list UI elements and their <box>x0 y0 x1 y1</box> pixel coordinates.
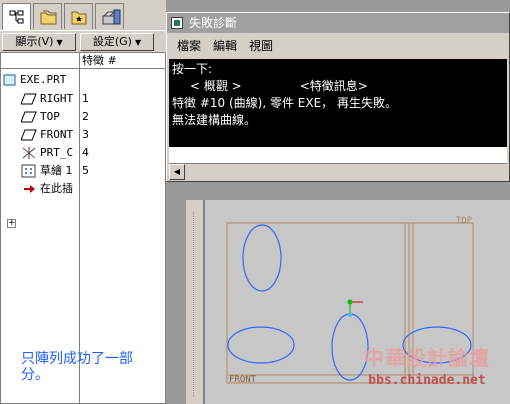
message-failure: 特徵 #10 (曲線), 零件 EXE， 再生失敗。 <box>172 96 397 110</box>
feature-info-link[interactable]: <特徵訊息> <box>300 79 368 93</box>
dialog-horizontal-scrollbar[interactable]: ◀ <box>169 163 507 180</box>
chevron-down-icon: ▼ <box>56 38 63 47</box>
insert-here-icon <box>24 185 35 193</box>
menu-view[interactable]: 視圖 <box>249 35 273 57</box>
tab-favorites[interactable] <box>64 3 93 29</box>
menu-edit[interactable]: 編輯 <box>213 35 237 57</box>
message-area-padding <box>169 147 507 163</box>
tree-item-right[interactable]: RIGHT <box>20 90 74 108</box>
menu-file[interactable]: 檔案 <box>177 35 201 57</box>
datum-plane-icon <box>20 93 37 105</box>
csys-point <box>348 313 352 317</box>
tree-item-label: TOP <box>40 110 60 123</box>
connections-icon <box>102 9 121 25</box>
tree-item-label: RIGHT <box>40 92 74 105</box>
feature-number: 5 <box>82 164 89 177</box>
tab-folder-browser[interactable] <box>33 3 62 29</box>
tree-item-label: 草繪 1 <box>40 164 73 177</box>
model-tree-icon <box>9 10 24 24</box>
dialog-titlebar[interactable]: 失敗診斷 <box>167 13 509 33</box>
tree-item-label: 在此插 <box>40 182 73 195</box>
annotation-note: 只陣列成功了一部分。 <box>21 351 133 383</box>
csys-origin <box>347 299 353 305</box>
tree-item-csys[interactable]: PRT_C <box>21 144 73 162</box>
scroll-left-icon[interactable]: ◀ <box>169 164 185 180</box>
top-datum-label: TOP <box>456 216 473 226</box>
scrollbar-track <box>193 212 197 397</box>
sketch-icon <box>21 164 36 178</box>
feature-number: 4 <box>82 146 89 159</box>
tree-item-part[interactable]: EXE.PRT <box>3 71 66 89</box>
folder-browser-icon <box>40 10 57 25</box>
graphics-vertical-scrollbar[interactable] <box>186 200 204 404</box>
feature-number: 1 <box>82 92 89 105</box>
message-reason: 無法建構曲線。 <box>172 113 257 127</box>
favorites-icon <box>71 11 87 25</box>
dialog-menubar: 檔案 編輯 視圖 <box>167 35 509 57</box>
model-tree: 特徵 # EXE.PRT RIGHT 1 TOP 2 FRONT 3 PRT_C… <box>0 52 166 404</box>
tree-item-label: FRONT <box>40 128 74 141</box>
datum-plane-icon <box>20 129 37 141</box>
watermark: 中華設計論壇 bbs.chinade.net <box>352 346 502 392</box>
coordinate-system-icon <box>22 147 36 159</box>
feature-number-column-header: 特徵 # <box>80 53 165 69</box>
overview-link[interactable]: < 概觀 > <box>190 79 242 93</box>
settings-menu-label: 設定(G) <box>92 35 132 48</box>
feature-number: 2 <box>82 110 89 123</box>
failure-diagnostics-dialog: 失敗診斷 檔案 編輯 視圖 按一下: < 概觀 > <特徵訊息> 特徵 #10 (… <box>166 12 510 182</box>
dialog-title: 失敗診斷 <box>189 16 238 30</box>
tab-model-tree[interactable] <box>2 3 31 30</box>
diagnostic-message-area[interactable]: 按一下: < 概觀 > <特徵訊息> 特徵 #10 (曲線), 零件 EXE， 再… <box>169 59 507 147</box>
settings-menu-button[interactable]: 設定(G) ▼ <box>80 33 154 51</box>
feature-number: 3 <box>82 128 89 141</box>
tree-toolbar: 顯示(V) ▼ 設定(G) ▼ <box>0 30 166 52</box>
datum-plane-icon <box>20 111 37 123</box>
show-menu-label: 顯示(V) <box>15 35 54 48</box>
watermark-url: bbs.chinade.net <box>368 373 486 388</box>
show-menu-button[interactable]: 顯示(V) ▼ <box>2 33 76 51</box>
sketch-ellipse[interactable] <box>227 326 295 364</box>
front-datum-label: FRONT <box>229 375 257 385</box>
tab-connections[interactable] <box>95 3 124 29</box>
watermark-chinese: 中華設計論壇 <box>364 346 490 370</box>
expand-toggle[interactable]: + <box>7 219 16 228</box>
part-icon <box>3 74 16 86</box>
tree-name-column-header <box>1 53 79 69</box>
window-icon <box>171 17 183 29</box>
message-prompt: 按一下: <box>172 62 213 76</box>
tree-item-front[interactable]: FRONT <box>20 126 74 144</box>
model-tree-panel: 顯示(V)▼ 設定(G)▼ 特徵 # EXE.PRT RIGHT 1 TOP <box>0 0 166 404</box>
tree-item-sketch[interactable]: 草繪 1 <box>21 162 73 180</box>
tree-item-insert-here[interactable]: 在此插 <box>23 180 73 198</box>
tree-item-label: PRT_C <box>40 146 74 159</box>
chevron-down-icon: ▼ <box>134 38 142 47</box>
tree-item-label: EXE.PRT <box>20 73 67 86</box>
navigator-tabs <box>0 0 166 30</box>
tree-item-top[interactable]: TOP <box>20 108 60 126</box>
sketch-ellipse[interactable] <box>242 224 282 292</box>
